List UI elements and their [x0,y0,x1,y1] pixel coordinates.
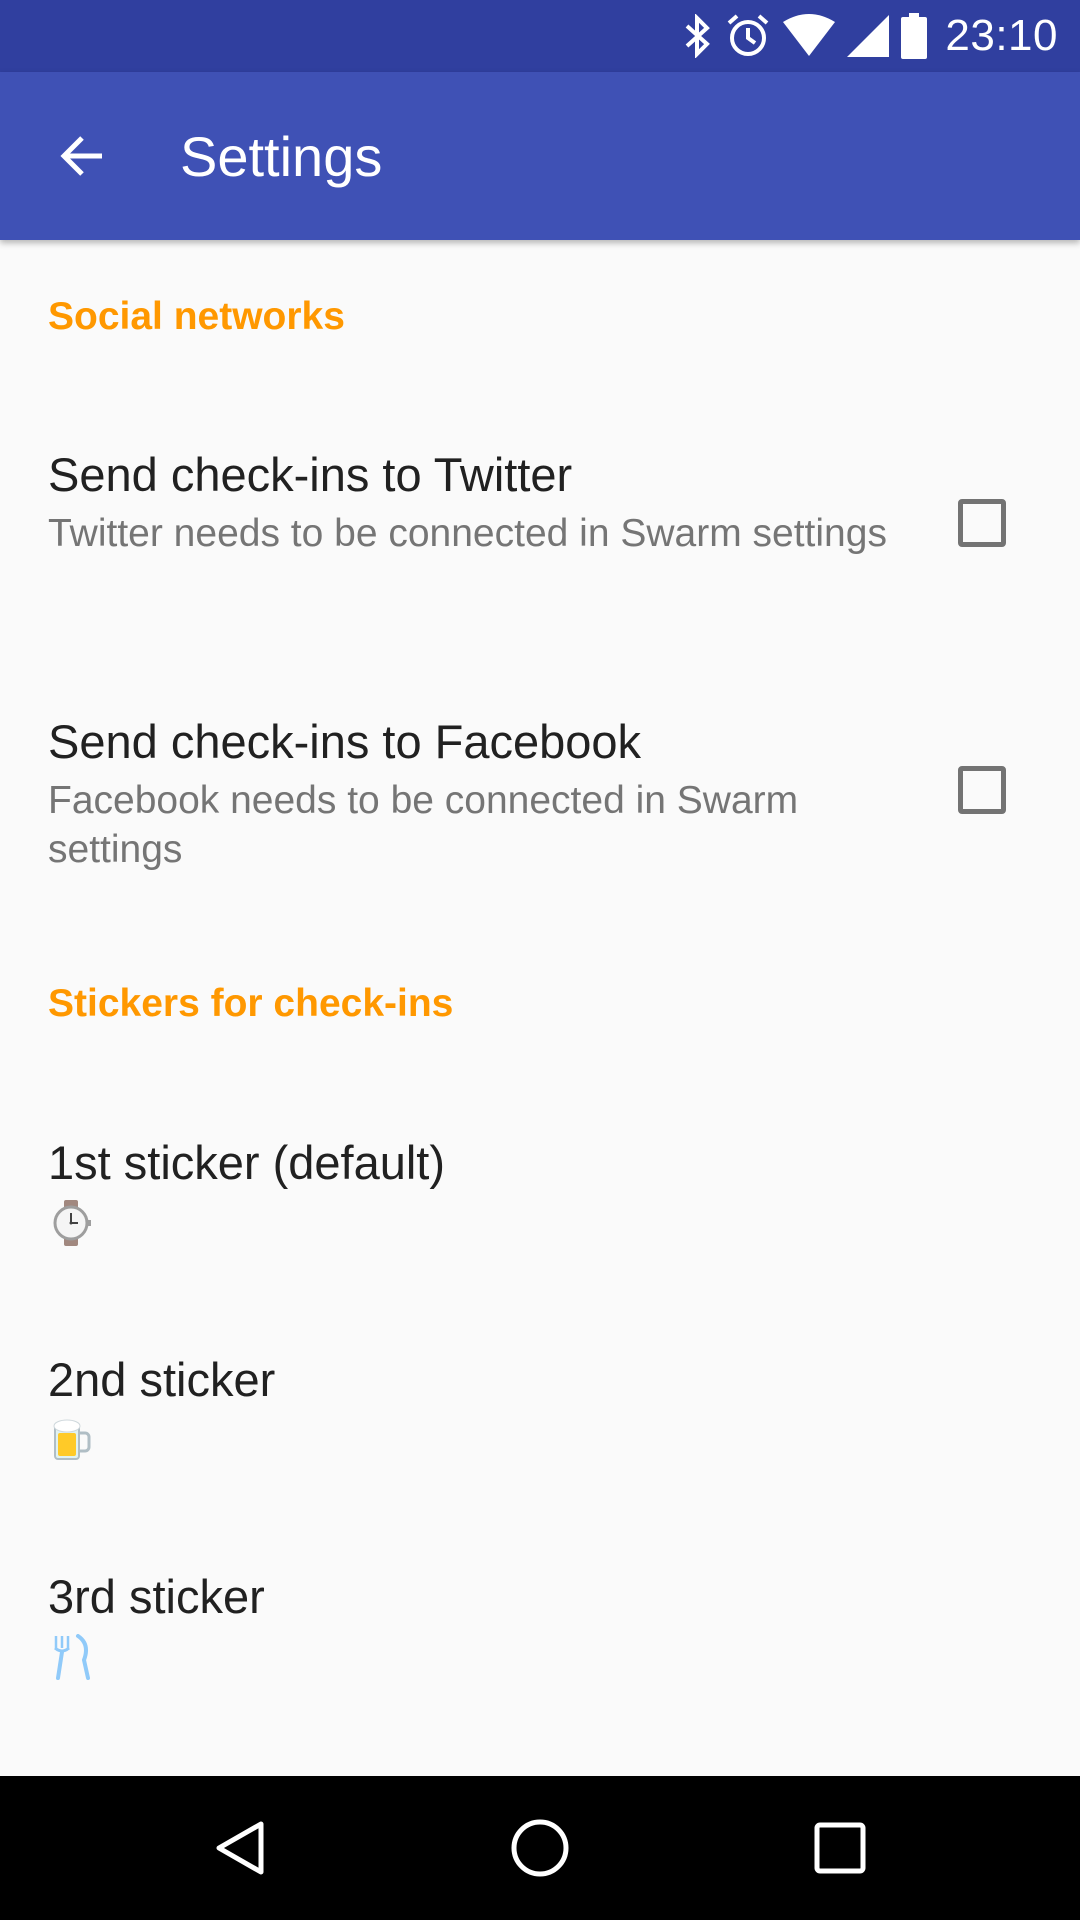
home-circle-icon [511,1819,569,1877]
app-bar: Settings [0,72,1080,240]
wifi-icon [783,14,836,56]
back-triangle-icon [216,1821,264,1875]
twitter-checkbox[interactable] [958,499,1006,547]
status-bar: 23:10 [0,0,1080,72]
section-header-social-networks: Social networks [48,295,345,338]
nav-back-button[interactable] [181,1788,301,1908]
pref-title: 3rd sticker [48,1570,265,1623]
fork-knife-sticker-icon [54,1634,90,1680]
status-clock: 23:10 [945,11,1058,60]
back-button[interactable] [34,108,130,204]
facebook-checkbox[interactable] [958,766,1006,814]
settings-list[interactable]: Social networks Send check-ins to Twitte… [0,240,1080,1776]
cell-signal-icon [847,15,890,57]
battery-icon [901,13,928,59]
pref-summary: Twitter needs to be connected in Swarm s… [48,512,887,555]
beer-mug-sticker-icon [53,1419,91,1460]
pref-title: Send check-ins to Twitter [48,448,573,501]
pref-summary: Facebook needs to be connected in Swarm … [48,779,799,871]
pref-title: 1st sticker (default) [48,1136,446,1189]
page-title: Settings [180,125,383,188]
pref-title: Send check-ins to Facebook [48,715,642,768]
section-header-stickers: Stickers for check-ins [48,982,454,1025]
recents-square-icon [814,1822,866,1874]
watch-sticker-icon [53,1200,91,1246]
alarm-icon [728,14,769,56]
system-nav-bar [0,1776,1080,1920]
status-icons: 23:10 [683,0,1058,72]
nav-recents-button[interactable] [780,1788,900,1908]
bluetooth-icon [686,14,711,58]
arrow-back-icon [60,136,102,176]
pref-title: 2nd sticker [48,1353,276,1406]
nav-home-button[interactable] [480,1788,600,1908]
